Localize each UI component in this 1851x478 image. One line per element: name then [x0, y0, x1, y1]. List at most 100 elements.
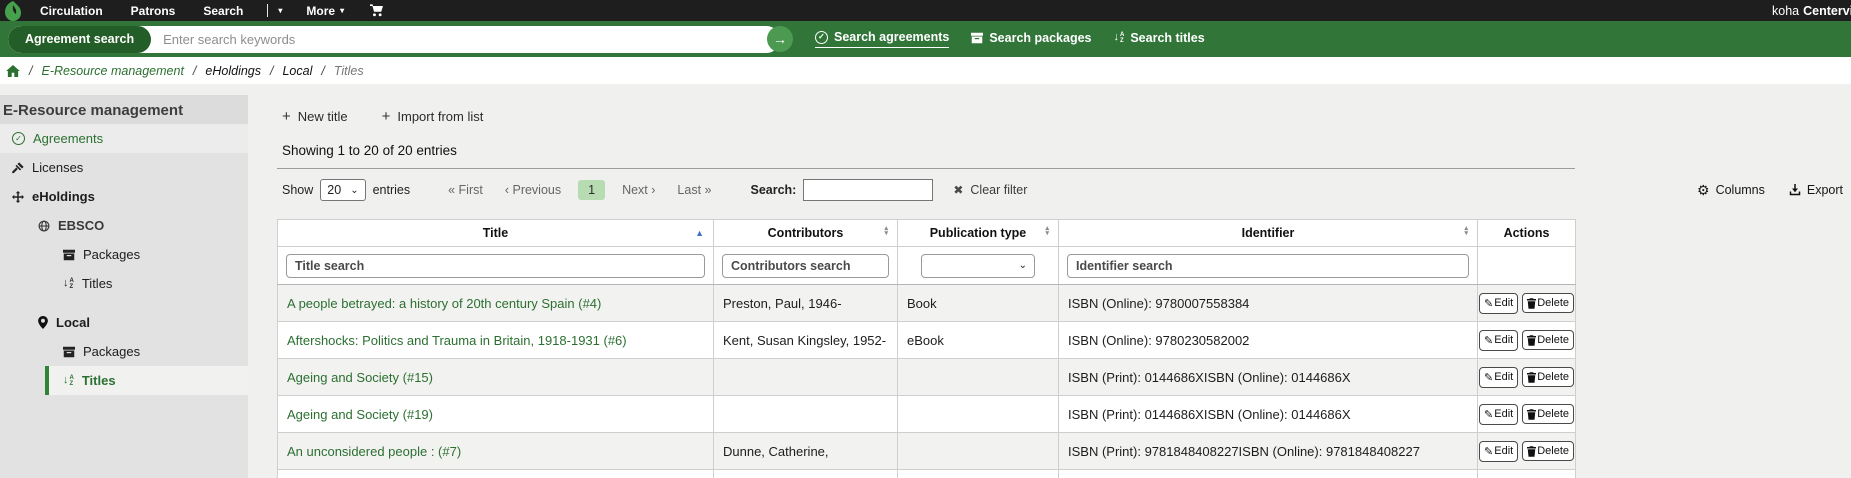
- sidebar-item-ebsco-packages[interactable]: Packages: [0, 240, 248, 269]
- trash-icon: [1527, 446, 1536, 457]
- edit-button[interactable]: ✎Edit: [1479, 404, 1518, 425]
- delete-button[interactable]: Delete: [1522, 330, 1574, 350]
- sidebar-item-local-packages[interactable]: Packages: [0, 337, 248, 366]
- arrows-icon: [12, 191, 24, 203]
- sidebar-item-eholdings[interactable]: eHoldings: [0, 182, 248, 211]
- sidebar-item-licenses[interactable]: Licenses: [0, 153, 248, 182]
- breadcrumb-separator: /: [321, 64, 324, 78]
- keyword-search-input[interactable]: [151, 32, 780, 47]
- arrow-right-icon: →: [773, 31, 787, 47]
- pencil-icon: ✎: [1484, 334, 1493, 347]
- pagination-first[interactable]: « First: [448, 183, 483, 197]
- sidebar-item-local[interactable]: Local: [0, 308, 248, 337]
- identifier-filter-input[interactable]: [1067, 254, 1469, 278]
- edit-button[interactable]: ✎Edit: [1479, 293, 1518, 314]
- import-from-list-button[interactable]: + Import from list: [382, 108, 484, 125]
- import-from-list-label: Import from list: [397, 109, 483, 124]
- publication-type-cell: eBook: [898, 322, 1059, 359]
- link-search-agreements[interactable]: ✓ Search agreements: [815, 30, 949, 48]
- titles-toolbar: + New title + Import from list: [277, 108, 1851, 125]
- new-title-button[interactable]: + New title: [282, 108, 348, 125]
- export-label: Export: [1807, 183, 1843, 197]
- pagination-last[interactable]: Last »: [677, 183, 711, 197]
- sidebar: E-Resource management ✓ Agreements Licen…: [0, 95, 248, 478]
- column-header-title[interactable]: Title▲: [278, 220, 714, 247]
- publication-type-cell: [898, 396, 1059, 433]
- edit-label: Edit: [1494, 297, 1513, 309]
- entries-summary: Showing 1 to 20 of 20 entries: [277, 143, 1851, 158]
- header-label: Title: [483, 226, 508, 240]
- breadcrumb-eresource-management[interactable]: E-Resource management: [41, 64, 183, 78]
- column-header-identifier[interactable]: Identifier ▴▾: [1059, 220, 1478, 247]
- breadcrumb-eholdings[interactable]: eHoldings: [205, 64, 261, 78]
- column-header-contributors[interactable]: Contributors▴▾: [714, 220, 898, 247]
- breadcrumb-local[interactable]: Local: [282, 64, 312, 78]
- table-row: [278, 470, 1576, 478]
- delete-button[interactable]: Delete: [1522, 441, 1574, 461]
- identifier-cell: ISBN (Print): 0144686XISBN (Online): 014…: [1059, 396, 1478, 433]
- nav-search[interactable]: Search: [189, 4, 257, 18]
- table-filter-row: ⌄: [278, 247, 1576, 285]
- delete-button[interactable]: Delete: [1522, 404, 1574, 424]
- title-link[interactable]: Ageing and Society (#15): [287, 370, 433, 385]
- submit-search-button[interactable]: →: [767, 26, 793, 52]
- page-size-select[interactable]: 20 ⌄: [320, 179, 365, 201]
- caret-down-icon: ▾: [340, 6, 344, 15]
- home-icon[interactable]: [6, 65, 20, 77]
- title-link[interactable]: A people betrayed: a history of 20th cen…: [287, 296, 601, 311]
- column-header-actions: Actions: [1478, 220, 1576, 247]
- table-search-label: Search:: [750, 183, 796, 197]
- table-tools: ⚙ Columns Export Configure: [1697, 178, 1851, 202]
- edit-label: Edit: [1494, 408, 1513, 420]
- clear-filter-button[interactable]: ✖ Clear filter: [953, 183, 1027, 197]
- table-header-row: Title▲ Contributors▴▾ Publication type ▴▾…: [278, 220, 1576, 247]
- table-search-input[interactable]: [803, 179, 933, 201]
- contributors-cell: Preston, Paul, 1946-: [714, 285, 898, 322]
- new-title-label: New title: [298, 109, 348, 124]
- nav-more[interactable]: More▾: [292, 4, 358, 18]
- koha-logo-icon[interactable]: [0, 0, 26, 21]
- edit-button[interactable]: ✎Edit: [1479, 330, 1518, 351]
- sort-az-icon: ↓AZ: [63, 375, 74, 387]
- publication-type-select[interactable]: ⌄: [921, 254, 1035, 278]
- title-link[interactable]: Ageing and Society (#19): [287, 407, 433, 422]
- pagination-previous[interactable]: ‹ Previous: [505, 183, 561, 197]
- title-link[interactable]: An unconsidered people : (#7): [287, 444, 461, 459]
- main-content: + New title + Import from list Showing 1…: [248, 84, 1851, 478]
- sidebar-item-ebsco-titles[interactable]: ↓AZ Titles: [0, 269, 248, 298]
- sort-az-icon: ↓AZ: [1114, 32, 1125, 44]
- pagination-next[interactable]: Next ›: [622, 183, 655, 197]
- title-filter-input[interactable]: [286, 254, 705, 278]
- cart-icon[interactable]: [358, 4, 395, 17]
- circle-check-icon: ✓: [12, 132, 25, 145]
- link-search-packages[interactable]: Search packages: [971, 31, 1091, 48]
- nav-patrons[interactable]: Patrons: [117, 4, 190, 18]
- agreement-search-scope-button[interactable]: Agreement search: [8, 26, 151, 53]
- sidebar-item-ebsco[interactable]: EBSCO: [0, 211, 248, 240]
- pagination-current-page[interactable]: 1: [578, 180, 605, 200]
- link-label: Search titles: [1130, 31, 1204, 45]
- header-label: Identifier: [1242, 226, 1295, 240]
- table-row: A people betrayed: a history of 20th cen…: [278, 285, 1576, 322]
- contributors-filter-input[interactable]: [722, 254, 889, 278]
- columns-button[interactable]: ⚙ Columns: [1697, 182, 1765, 199]
- edit-button[interactable]: ✎Edit: [1479, 441, 1518, 462]
- search-dropdown-caret-icon[interactable]: ▾: [268, 6, 292, 15]
- delete-button[interactable]: Delete: [1522, 367, 1574, 387]
- nav-circulation[interactable]: Circulation: [26, 4, 117, 18]
- column-header-publication-type[interactable]: Publication type ▴▾: [898, 220, 1059, 247]
- sidebar-item-local-titles[interactable]: ↓AZ Titles: [45, 366, 248, 395]
- trash-icon: [1527, 298, 1536, 309]
- sort-updown-icon: ▴▾: [1045, 226, 1049, 236]
- export-button[interactable]: Export: [1789, 183, 1843, 197]
- sidebar-item-label: Titles: [82, 276, 113, 291]
- header-label: Publication type: [930, 226, 1027, 240]
- delete-button[interactable]: Delete: [1522, 293, 1574, 313]
- sidebar-item-agreements[interactable]: ✓ Agreements: [0, 124, 248, 153]
- title-link[interactable]: Aftershocks: Politics and Trauma in Brit…: [287, 333, 627, 348]
- trash-icon: [1527, 372, 1536, 383]
- link-search-titles[interactable]: ↓AZ Search titles: [1114, 31, 1205, 48]
- sort-updown-icon: ▴▾: [1464, 226, 1468, 236]
- contributors-cell: Kent, Susan Kingsley, 1952-: [714, 322, 898, 359]
- edit-button[interactable]: ✎Edit: [1479, 367, 1518, 388]
